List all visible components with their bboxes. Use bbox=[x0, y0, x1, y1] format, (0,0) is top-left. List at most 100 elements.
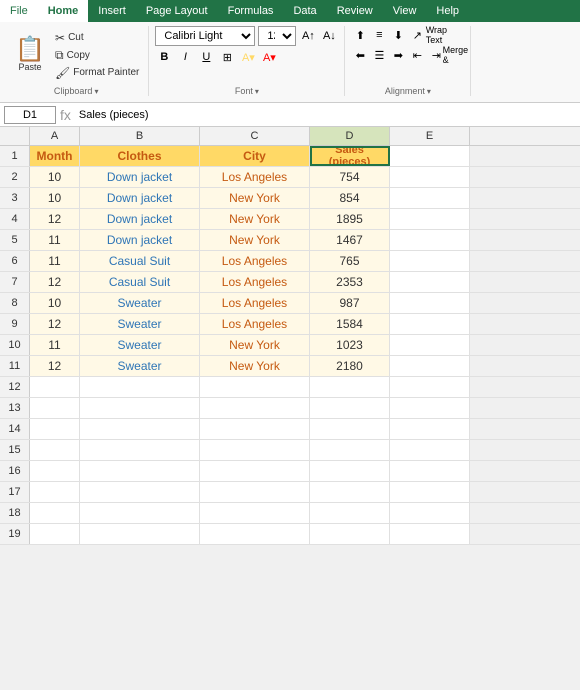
cell-e15[interactable] bbox=[390, 440, 470, 460]
cell-b14[interactable] bbox=[80, 419, 200, 439]
cell-d8[interactable]: 987 bbox=[310, 293, 390, 313]
merge-button[interactable]: Merge & bbox=[446, 46, 464, 64]
row-header-17[interactable]: 17 bbox=[0, 482, 30, 502]
cell-c18[interactable] bbox=[200, 503, 310, 523]
cell-c10[interactable]: New York bbox=[200, 335, 310, 355]
cell-c15[interactable] bbox=[200, 440, 310, 460]
cell-a11[interactable]: 12 bbox=[30, 356, 80, 376]
cell-c16[interactable] bbox=[200, 461, 310, 481]
col-header-c[interactable]: C bbox=[200, 127, 310, 145]
cell-b1[interactable]: Clothes bbox=[80, 146, 200, 166]
italic-button[interactable]: I bbox=[176, 48, 194, 66]
cell-b11[interactable]: Sweater bbox=[80, 356, 200, 376]
cell-d18[interactable] bbox=[310, 503, 390, 523]
cell-a13[interactable] bbox=[30, 398, 80, 418]
row-header-8[interactable]: 8 bbox=[0, 293, 30, 313]
cell-e6[interactable] bbox=[390, 251, 470, 271]
menu-home[interactable]: Home bbox=[38, 0, 89, 22]
cell-e12[interactable] bbox=[390, 377, 470, 397]
font-color-button[interactable]: A▾ bbox=[260, 48, 278, 66]
col-header-e[interactable]: E bbox=[390, 127, 470, 145]
cell-b12[interactable] bbox=[80, 377, 200, 397]
cell-e5[interactable] bbox=[390, 230, 470, 250]
cell-d17[interactable] bbox=[310, 482, 390, 502]
menu-help[interactable]: Help bbox=[426, 0, 469, 22]
cell-e18[interactable] bbox=[390, 503, 470, 523]
clipboard-expand-icon[interactable]: ▾ bbox=[94, 87, 98, 96]
cell-c13[interactable] bbox=[200, 398, 310, 418]
bold-button[interactable]: B bbox=[155, 48, 173, 66]
cell-a10[interactable]: 11 bbox=[30, 335, 80, 355]
cell-a2[interactable]: 10 bbox=[30, 167, 80, 187]
align-bottom-button[interactable]: ⬇ bbox=[389, 26, 407, 44]
decrease-indent-button[interactable]: ⇤ bbox=[408, 46, 426, 64]
menu-page-layout[interactable]: Page Layout bbox=[136, 0, 218, 22]
cell-a12[interactable] bbox=[30, 377, 80, 397]
cell-d13[interactable] bbox=[310, 398, 390, 418]
cell-c19[interactable] bbox=[200, 524, 310, 544]
cell-d7[interactable]: 2353 bbox=[310, 272, 390, 292]
cell-a6[interactable]: 11 bbox=[30, 251, 80, 271]
formula-input[interactable] bbox=[75, 106, 576, 124]
cell-a19[interactable] bbox=[30, 524, 80, 544]
cell-b17[interactable] bbox=[80, 482, 200, 502]
menu-file[interactable]: File bbox=[0, 0, 38, 22]
cell-b5[interactable]: Down jacket bbox=[80, 230, 200, 250]
cell-a14[interactable] bbox=[30, 419, 80, 439]
cell-c2[interactable]: Los Angeles bbox=[200, 167, 310, 187]
cell-e8[interactable] bbox=[390, 293, 470, 313]
cell-d9[interactable]: 1584 bbox=[310, 314, 390, 334]
format-painter-button[interactable]: 🖌 Format Painter bbox=[52, 65, 142, 81]
cell-c6[interactable]: Los Angeles bbox=[200, 251, 310, 271]
menu-insert[interactable]: Insert bbox=[88, 0, 136, 22]
font-size-selector[interactable]: 12 bbox=[258, 26, 296, 46]
font-expand-icon[interactable]: ▾ bbox=[255, 87, 259, 96]
cell-b8[interactable]: Sweater bbox=[80, 293, 200, 313]
cell-c11[interactable]: New York bbox=[200, 356, 310, 376]
cell-a7[interactable]: 12 bbox=[30, 272, 80, 292]
cell-e17[interactable] bbox=[390, 482, 470, 502]
cell-a5[interactable]: 11 bbox=[30, 230, 80, 250]
align-right-button[interactable]: ➡ bbox=[389, 46, 407, 64]
menu-view[interactable]: View bbox=[383, 0, 427, 22]
cell-c9[interactable]: Los Angeles bbox=[200, 314, 310, 334]
cell-reference-input[interactable] bbox=[4, 106, 56, 124]
row-header-16[interactable]: 16 bbox=[0, 461, 30, 481]
row-header-11[interactable]: 11 bbox=[0, 356, 30, 376]
col-header-d[interactable]: D bbox=[310, 127, 390, 145]
cell-d4[interactable]: 1895 bbox=[310, 209, 390, 229]
wrap-text-button[interactable]: Wrap Text bbox=[427, 26, 445, 44]
cell-e16[interactable] bbox=[390, 461, 470, 481]
row-header-9[interactable]: 9 bbox=[0, 314, 30, 334]
menu-review[interactable]: Review bbox=[327, 0, 383, 22]
row-header-6[interactable]: 6 bbox=[0, 251, 30, 271]
cell-b16[interactable] bbox=[80, 461, 200, 481]
cell-d3[interactable]: 854 bbox=[310, 188, 390, 208]
cell-e14[interactable] bbox=[390, 419, 470, 439]
cell-b9[interactable]: Sweater bbox=[80, 314, 200, 334]
row-header-2[interactable]: 2 bbox=[0, 167, 30, 187]
row-header-7[interactable]: 7 bbox=[0, 272, 30, 292]
cell-e19[interactable] bbox=[390, 524, 470, 544]
cell-d11[interactable]: 2180 bbox=[310, 356, 390, 376]
paste-button[interactable]: 📋 Paste bbox=[10, 29, 50, 81]
cell-b15[interactable] bbox=[80, 440, 200, 460]
cell-a1[interactable]: Month bbox=[30, 146, 80, 166]
row-header-1[interactable]: 1 bbox=[0, 146, 30, 166]
cell-a9[interactable]: 12 bbox=[30, 314, 80, 334]
cell-b10[interactable]: Sweater bbox=[80, 335, 200, 355]
border-button[interactable]: ⊞ bbox=[218, 48, 236, 66]
cell-c14[interactable] bbox=[200, 419, 310, 439]
decrease-font-button[interactable]: A↓ bbox=[320, 27, 338, 45]
menu-data[interactable]: Data bbox=[283, 0, 326, 22]
align-middle-button[interactable]: ≡ bbox=[370, 26, 388, 44]
cell-b13[interactable] bbox=[80, 398, 200, 418]
row-header-14[interactable]: 14 bbox=[0, 419, 30, 439]
cell-d19[interactable] bbox=[310, 524, 390, 544]
orientation-button[interactable]: ↗ bbox=[408, 26, 426, 44]
cell-c17[interactable] bbox=[200, 482, 310, 502]
font-family-selector[interactable]: Calibri Light bbox=[155, 26, 255, 46]
alignment-expand-icon[interactable]: ▾ bbox=[427, 87, 431, 96]
row-header-18[interactable]: 18 bbox=[0, 503, 30, 523]
row-header-3[interactable]: 3 bbox=[0, 188, 30, 208]
